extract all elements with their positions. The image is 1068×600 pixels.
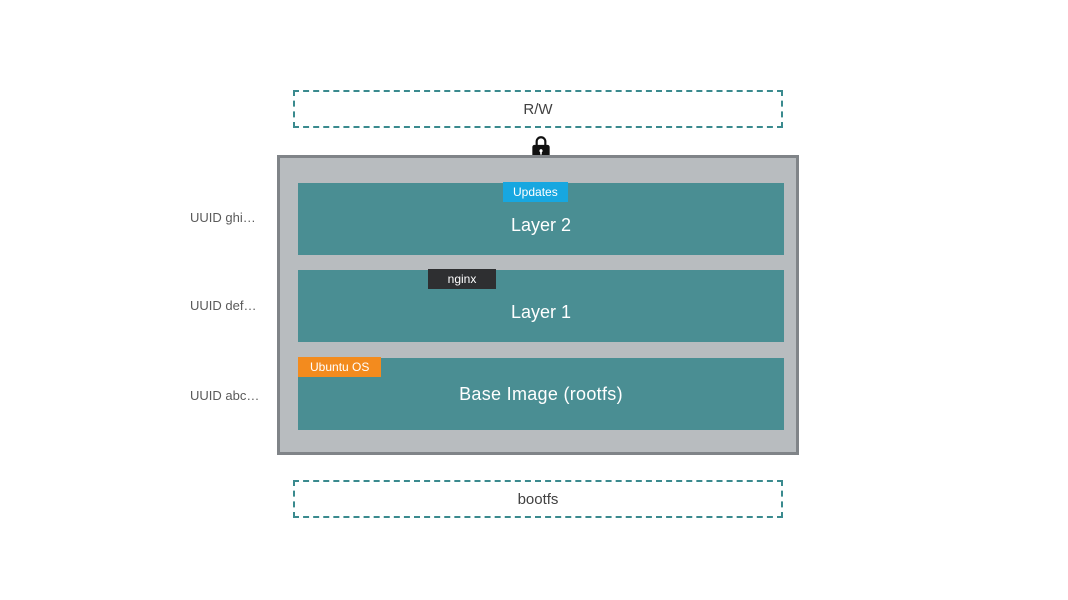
uuid-abc-label: UUID abc…	[190, 388, 259, 403]
layer-2-box: Updates Layer 2	[298, 183, 784, 255]
layer-2-title: Layer 2	[298, 215, 784, 236]
rw-label: R/W	[523, 101, 552, 118]
layer-1-box: nginx Layer 1	[298, 270, 784, 342]
tag-nginx: nginx	[428, 269, 496, 289]
uuid-def-label: UUID def…	[190, 298, 256, 313]
layer-1-title: Layer 1	[298, 302, 784, 323]
bootfs-label: bootfs	[518, 491, 559, 508]
rw-layer-box: R/W	[293, 90, 783, 128]
bootfs-box: bootfs	[293, 480, 783, 518]
base-image-box: Ubuntu OS Base Image (rootfs)	[298, 358, 784, 430]
tag-ubuntu-os: Ubuntu OS	[298, 357, 381, 377]
base-image-title: Base Image (rootfs)	[298, 384, 784, 405]
image-layers-container: Updates Layer 2 nginx Layer 1 Ubuntu OS …	[277, 155, 799, 455]
tag-updates: Updates	[503, 182, 568, 202]
uuid-ghi-label: UUID ghi…	[190, 210, 256, 225]
